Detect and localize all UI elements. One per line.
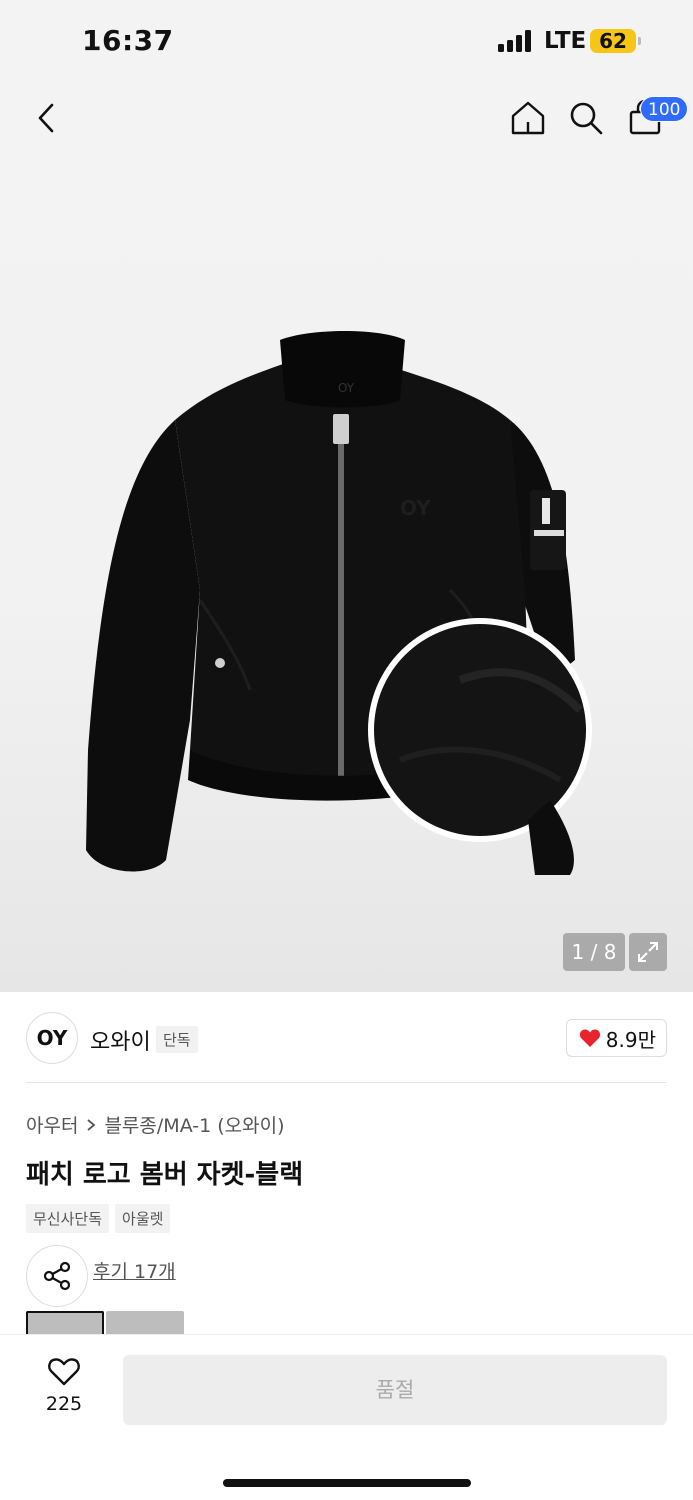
tag-musinsa-exclusive: 무신사단독 — [26, 1204, 110, 1233]
home-icon — [511, 101, 545, 135]
collar-logo: OY — [338, 381, 355, 395]
battery-level: 62 — [590, 29, 636, 53]
breadcrumb: 아우터 블루종/MA-1 (오와이) — [26, 1111, 285, 1138]
product-image[interactable]: OY OY — [80, 330, 620, 890]
product-tags: 무신사단독 아울렛 — [26, 1204, 171, 1233]
product-title: 패치 로고 봄버 자켓-블랙 — [26, 1160, 304, 1190]
chest-logo: OY — [400, 496, 431, 520]
cart-count-badge[interactable]: 100 — [640, 96, 689, 122]
status-time: 16:37 — [82, 24, 174, 57]
expand-button[interactable] — [629, 933, 667, 971]
status-bar: 16:37 LTE 62 — [0, 0, 693, 80]
share-button[interactable] — [26, 1245, 88, 1307]
wishlist-button[interactable]: 225 — [30, 1357, 98, 1427]
expand-icon — [638, 942, 658, 962]
home-indicator — [223, 1479, 471, 1487]
page-indicator: 1 / 8 — [563, 933, 625, 971]
brand-row: OY 오와이 단독 8.9만 — [26, 1010, 667, 1066]
chevron-right-icon — [87, 1118, 96, 1131]
brand-logo[interactable]: OY — [26, 1012, 78, 1064]
brand-exclusive-tag: 단독 — [156, 1026, 198, 1053]
breadcrumb-subcategory[interactable]: 블루종/MA-1 (오와이) — [104, 1111, 284, 1138]
search-icon — [570, 102, 603, 135]
wishlist-count: 225 — [45, 1393, 83, 1415]
heart-outline-icon — [48, 1358, 80, 1386]
breadcrumb-category[interactable]: 아우터 — [26, 1111, 78, 1138]
network-label: LTE — [544, 28, 587, 54]
brand-name[interactable]: 오와이 — [90, 1024, 151, 1056]
brand-like-button[interactable]: 8.9만 — [565, 1019, 667, 1057]
back-button[interactable] — [26, 98, 66, 138]
top-nav — [0, 94, 693, 144]
sold-out-button[interactable]: 품절 — [123, 1355, 667, 1425]
back-icon — [38, 103, 54, 133]
tag-outlet: 아울렛 — [115, 1204, 171, 1233]
divider — [26, 1082, 667, 1083]
review-link[interactable]: 후기 17개 — [93, 1257, 176, 1284]
brand-like-count: 8.9만 — [605, 1027, 656, 1052]
home-button[interactable] — [508, 98, 548, 138]
signal-icon — [498, 30, 531, 52]
bottom-action-bar: 225 품절 — [0, 1334, 693, 1500]
heart-filled-icon — [579, 1029, 600, 1047]
search-button[interactable] — [566, 98, 606, 138]
share-icon — [43, 1261, 71, 1291]
battery-tip — [638, 37, 641, 45]
product-gallery[interactable]: 16:37 LTE 62 100 OY OY 1 / 8 — [0, 0, 693, 992]
